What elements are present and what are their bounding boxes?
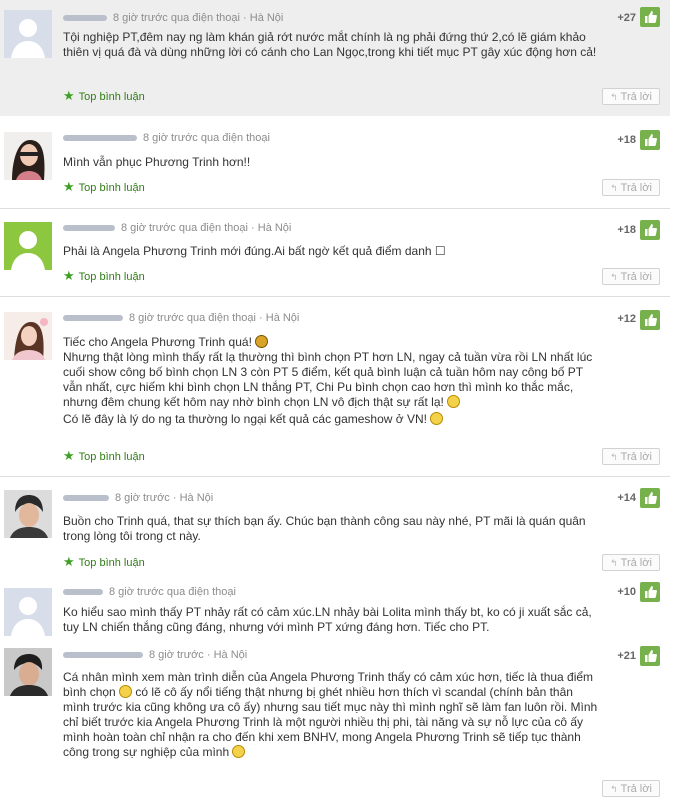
comment-7: 8 giờ trước · Hà Nội +21 Cá nhân mình xe… bbox=[0, 644, 670, 808]
reply-button[interactable]: ↰ Trả lời bbox=[602, 268, 660, 285]
top-comment-badge: ★ Top bình luận bbox=[63, 88, 145, 103]
reply-icon: ↰ bbox=[610, 558, 618, 568]
thumbs-up-icon bbox=[644, 492, 657, 504]
thumbs-up-icon bbox=[644, 224, 657, 236]
comment-meta: 8 giờ trước qua điện thoại · Hà Nội bbox=[63, 312, 299, 324]
reply-button[interactable]: ↰ Trả lời bbox=[602, 780, 660, 797]
comment-text: Ko hiểu sao mình thấy PT nhảy rất có cảm… bbox=[63, 605, 592, 634]
comment-4: 8 giờ trước qua điện thoại · Hà Nội +12 … bbox=[0, 300, 670, 472]
star-icon: ★ bbox=[63, 179, 75, 194]
comment-meta: 8 giờ trước · Hà Nội bbox=[63, 492, 213, 504]
comment-5: 8 giờ trước · Hà Nội +14 Buồn cho Trinh … bbox=[0, 480, 670, 576]
username-blurred[interactable] bbox=[63, 652, 143, 659]
reply-button[interactable]: ↰ Trả lời bbox=[602, 179, 660, 196]
top-comment-badge: ★ Top bình luận bbox=[63, 554, 145, 569]
user-photo-avatar bbox=[4, 490, 52, 538]
default-avatar-icon bbox=[4, 222, 52, 270]
smiley-icon bbox=[447, 395, 461, 408]
like-button[interactable] bbox=[640, 220, 660, 240]
reply-button[interactable]: ↰ Trả lời bbox=[602, 448, 660, 465]
like-button[interactable] bbox=[640, 310, 660, 330]
reply-icon: ↰ bbox=[610, 183, 618, 193]
top-comment-badge: ★ Top bình luận bbox=[63, 268, 145, 283]
username-blurred[interactable] bbox=[63, 589, 103, 596]
avatar[interactable] bbox=[4, 648, 52, 696]
comment-meta: 8 giờ trước · Hà Nội bbox=[63, 649, 247, 661]
comment-text: Tiếc cho Angela Phương Trinh quá! Nhưng … bbox=[63, 335, 593, 426]
like-button[interactable] bbox=[640, 582, 660, 602]
user-photo-avatar bbox=[4, 312, 52, 360]
user-photo-avatar bbox=[4, 132, 52, 180]
default-avatar-icon bbox=[4, 10, 52, 58]
star-icon: ★ bbox=[63, 554, 75, 569]
avatar[interactable] bbox=[4, 312, 52, 360]
comment-text: Cá nhân mình xem màn trình diễn của Ange… bbox=[63, 670, 598, 759]
reply-button[interactable]: ↰ Trả lời bbox=[602, 554, 660, 571]
avatar[interactable] bbox=[4, 222, 52, 270]
like-button[interactable] bbox=[640, 488, 660, 508]
avatar[interactable] bbox=[4, 10, 52, 58]
username-blurred[interactable] bbox=[63, 135, 137, 142]
reply-icon: ↰ bbox=[610, 784, 618, 794]
comment-meta: 8 giờ trước qua điện thoại · Hà Nội bbox=[63, 222, 291, 234]
avatar[interactable] bbox=[4, 132, 52, 180]
username-blurred[interactable] bbox=[63, 315, 123, 322]
thumbs-up-icon bbox=[644, 314, 657, 326]
smiley-icon bbox=[232, 745, 246, 758]
like-count: +18 bbox=[617, 134, 636, 146]
avatar[interactable] bbox=[4, 588, 52, 636]
top-comment-badge: ★ Top bình luận bbox=[63, 448, 145, 463]
comment-text: Mình vẫn phục Phương Trinh hơn!! bbox=[63, 155, 251, 169]
divider bbox=[0, 476, 670, 477]
reply-icon: ↰ bbox=[610, 92, 618, 102]
comment-1: 8 giờ trước qua điện thoại · Hà Nội +27 … bbox=[0, 0, 670, 116]
username-blurred[interactable] bbox=[63, 225, 115, 232]
username-blurred[interactable] bbox=[63, 495, 109, 502]
like-button[interactable] bbox=[640, 7, 660, 27]
top-comment-badge: ★ Top bình luận bbox=[63, 179, 145, 194]
comment-6: 8 giờ trước qua điện thoại +10 Ko hiểu s… bbox=[0, 580, 670, 644]
smiley-icon bbox=[119, 685, 133, 698]
divider bbox=[0, 208, 670, 209]
comment-text: Buồn cho Trinh quá, that sự thích bạn ấy… bbox=[63, 514, 586, 543]
comment-2: 8 giờ trước qua điện thoại +18 Mình vẫn … bbox=[0, 122, 670, 206]
comment-3: 8 giờ trước qua điện thoại · Hà Nội +18 … bbox=[0, 212, 670, 292]
like-count: +21 bbox=[617, 650, 636, 662]
smiley-icon bbox=[255, 335, 269, 348]
avatar[interactable] bbox=[4, 490, 52, 538]
default-avatar-icon bbox=[4, 588, 52, 636]
like-count: +18 bbox=[617, 224, 636, 236]
comment-meta: 8 giờ trước qua điện thoại bbox=[63, 586, 236, 598]
comment-text: Tội nghiệp PT,đêm nay ng làm khán giả rớ… bbox=[63, 30, 597, 59]
like-button[interactable] bbox=[640, 646, 660, 666]
star-icon: ★ bbox=[63, 88, 75, 103]
username-blurred[interactable] bbox=[63, 15, 107, 22]
like-count: +14 bbox=[617, 492, 636, 504]
like-count: +27 bbox=[617, 12, 636, 24]
divider bbox=[0, 296, 670, 297]
like-button[interactable] bbox=[640, 130, 660, 150]
reply-icon: ↰ bbox=[610, 452, 618, 462]
like-count: +12 bbox=[617, 313, 636, 325]
like-count: +10 bbox=[617, 586, 636, 598]
star-icon: ★ bbox=[63, 268, 75, 283]
thumbs-up-icon bbox=[644, 134, 657, 146]
thumbs-up-icon bbox=[644, 11, 657, 23]
thumbs-up-icon bbox=[644, 650, 657, 662]
comment-meta: 8 giờ trước qua điện thoại · Hà Nội bbox=[63, 12, 283, 24]
thumbs-up-icon bbox=[644, 586, 657, 598]
smiley-icon bbox=[430, 412, 444, 425]
star-icon: ★ bbox=[63, 448, 75, 463]
reply-icon: ↰ bbox=[610, 272, 618, 282]
comment-meta: 8 giờ trước qua điện thoại bbox=[63, 132, 270, 144]
comment-text: Phải là Angela Phương Trinh mới đúng.Ai … bbox=[63, 244, 446, 258]
user-photo-avatar bbox=[4, 648, 52, 696]
reply-button[interactable]: ↰ Trả lời bbox=[602, 88, 660, 105]
